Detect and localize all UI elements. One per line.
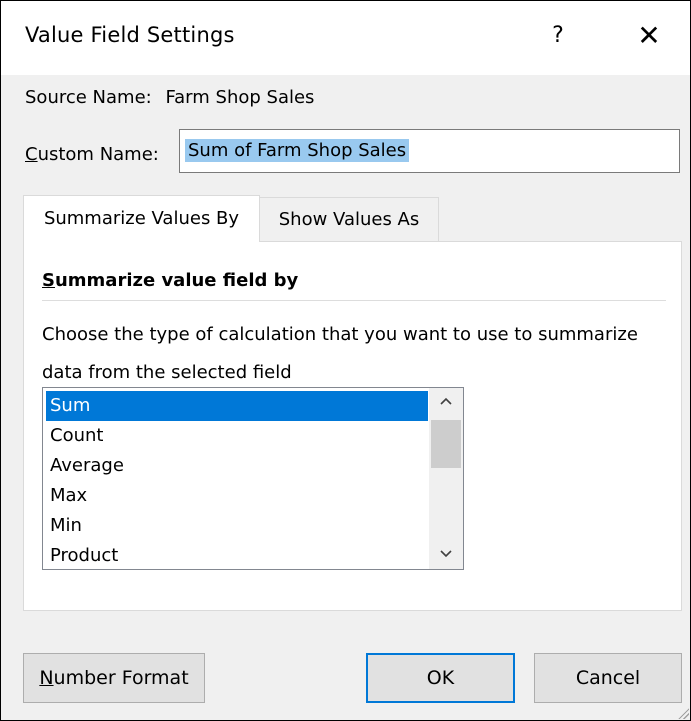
source-name-row: Source Name: Farm Shop Sales bbox=[25, 87, 314, 108]
tab-summarize-values-by[interactable]: Summarize Values By bbox=[23, 195, 260, 242]
calculation-listbox[interactable]: Sum Count Average Max Min Product bbox=[42, 387, 464, 570]
custom-name-label-text: ustom Name: bbox=[37, 144, 159, 165]
custom-name-value: Sum of Farm Shop Sales bbox=[185, 139, 410, 162]
section-title: Summarize value field by bbox=[42, 270, 298, 291]
title-bar: Value Field Settings ? ✕ bbox=[1, 1, 690, 75]
scroll-thumb[interactable] bbox=[431, 420, 461, 468]
list-item-product[interactable]: Product bbox=[46, 541, 428, 569]
section-title-text: ummarize value field by bbox=[54, 270, 299, 291]
chevron-up-icon-glyph bbox=[440, 397, 452, 405]
source-name-value: Farm Shop Sales bbox=[165, 87, 315, 108]
custom-name-label: Custom Name: bbox=[25, 144, 159, 165]
list-item-average[interactable]: Average bbox=[46, 451, 428, 481]
custom-name-field[interactable]: Sum of Farm Shop Sales bbox=[179, 129, 680, 173]
number-format-button[interactable]: Number Format bbox=[23, 653, 205, 703]
chevron-up-icon[interactable] bbox=[429, 388, 463, 416]
value-field-settings-dialog: Value Field Settings ? ✕ Source Name: Fa… bbox=[0, 0, 691, 721]
list-item-count[interactable]: Count bbox=[46, 421, 428, 451]
chevron-down-icon[interactable] bbox=[429, 541, 463, 569]
custom-name-access-key: C bbox=[25, 144, 38, 165]
tab-show-values-as[interactable]: Show Values As bbox=[259, 197, 439, 241]
list-item-min[interactable]: Min bbox=[46, 511, 428, 541]
help-button[interactable]: ? bbox=[533, 11, 583, 61]
listbox-scrollbar[interactable] bbox=[429, 388, 463, 569]
list-item-sum[interactable]: Sum bbox=[46, 391, 428, 421]
resize-grip-icon[interactable] bbox=[677, 707, 689, 719]
close-button[interactable]: ✕ bbox=[617, 11, 681, 61]
dialog-title: Value Field Settings bbox=[25, 23, 235, 47]
number-format-access-key: N bbox=[39, 667, 54, 689]
chevron-down-icon-glyph bbox=[440, 550, 452, 558]
ok-button[interactable]: OK bbox=[366, 653, 515, 703]
section-description: Choose the type of calculation that you … bbox=[42, 324, 638, 383]
tab-panel: Summarize value field by Choose the type… bbox=[23, 241, 682, 611]
cancel-button[interactable]: Cancel bbox=[534, 653, 682, 703]
section-title-access-key: S bbox=[42, 270, 55, 291]
source-name-label: Source Name: bbox=[25, 87, 152, 108]
list-item-max[interactable]: Max bbox=[46, 481, 428, 511]
section-divider bbox=[42, 300, 666, 301]
number-format-label: umber Format bbox=[53, 667, 189, 689]
